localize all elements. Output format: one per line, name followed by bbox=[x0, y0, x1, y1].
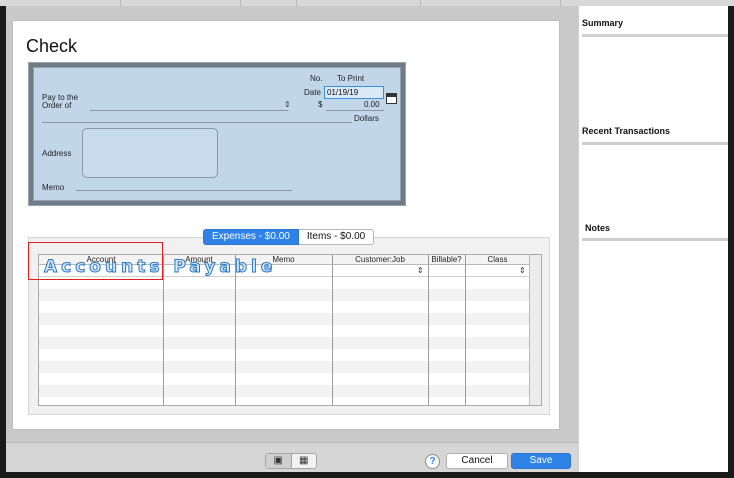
sidebar: Summary Recent Transactions Notes bbox=[578, 6, 728, 472]
amount-underline bbox=[326, 110, 384, 111]
help-icon[interactable]: ? bbox=[425, 454, 440, 469]
col-class[interactable]: Class bbox=[465, 255, 530, 265]
customer-stepper-icon[interactable]: ⇕ bbox=[417, 265, 424, 277]
cancel-button[interactable]: Cancel bbox=[446, 453, 508, 469]
check-no-value[interactable]: To Print bbox=[337, 74, 364, 83]
recent-transactions-title: Recent Transactions bbox=[582, 126, 671, 136]
col-billable[interactable]: Billable? bbox=[428, 255, 465, 265]
date-label: Date bbox=[304, 88, 321, 97]
class-stepper-icon[interactable]: ⇕ bbox=[519, 265, 526, 277]
date-field[interactable]: 01/19/19 bbox=[324, 86, 384, 99]
footer-bar: ▣ ▦ ? Cancel Save bbox=[6, 442, 578, 472]
grid-scrollbar[interactable] bbox=[529, 255, 541, 405]
amount-words-line[interactable] bbox=[42, 122, 352, 123]
tab-items[interactable]: Items - $0.00 bbox=[298, 229, 375, 245]
address-label: Address bbox=[42, 149, 72, 158]
col-customer-job[interactable]: Customer:Job bbox=[332, 255, 428, 265]
address-field[interactable] bbox=[82, 128, 218, 178]
check-body: No. To Print Date 01/19/19 $ 0.00 Pay to… bbox=[33, 67, 401, 201]
memo-field[interactable] bbox=[76, 190, 292, 191]
payee-field[interactable] bbox=[90, 110, 288, 111]
order-of-label: Order of bbox=[42, 101, 72, 110]
summary-title: Summary bbox=[582, 18, 624, 28]
amount-label: $ bbox=[318, 100, 323, 109]
notes-divider bbox=[582, 238, 728, 241]
highlight-box bbox=[28, 242, 163, 280]
expense-items-tabs: Expenses - $0.00 Items - $0.00 bbox=[203, 229, 375, 245]
page-title: Check bbox=[26, 36, 78, 56]
check-form: No. To Print Date 01/19/19 $ 0.00 Pay to… bbox=[28, 62, 406, 206]
tab-expenses[interactable]: Expenses - $0.00 bbox=[203, 229, 299, 245]
recent-divider bbox=[582, 142, 728, 145]
payee-stepper-icon[interactable]: ⇕ bbox=[284, 100, 291, 109]
memo-label: Memo bbox=[42, 183, 65, 192]
view-switcher: ▣ ▦ bbox=[265, 453, 317, 469]
list-view-icon[interactable]: ▦ bbox=[292, 454, 317, 468]
dollars-label: Dollars bbox=[354, 114, 379, 123]
check-no-label: No. bbox=[310, 74, 323, 83]
form-view-icon[interactable]: ▣ bbox=[266, 454, 292, 468]
summary-divider bbox=[582, 34, 728, 37]
notes-title: Notes bbox=[585, 223, 611, 233]
save-button[interactable]: Save bbox=[511, 453, 571, 469]
calendar-icon[interactable] bbox=[386, 93, 397, 104]
amount-value[interactable]: 0.00 bbox=[364, 100, 380, 109]
